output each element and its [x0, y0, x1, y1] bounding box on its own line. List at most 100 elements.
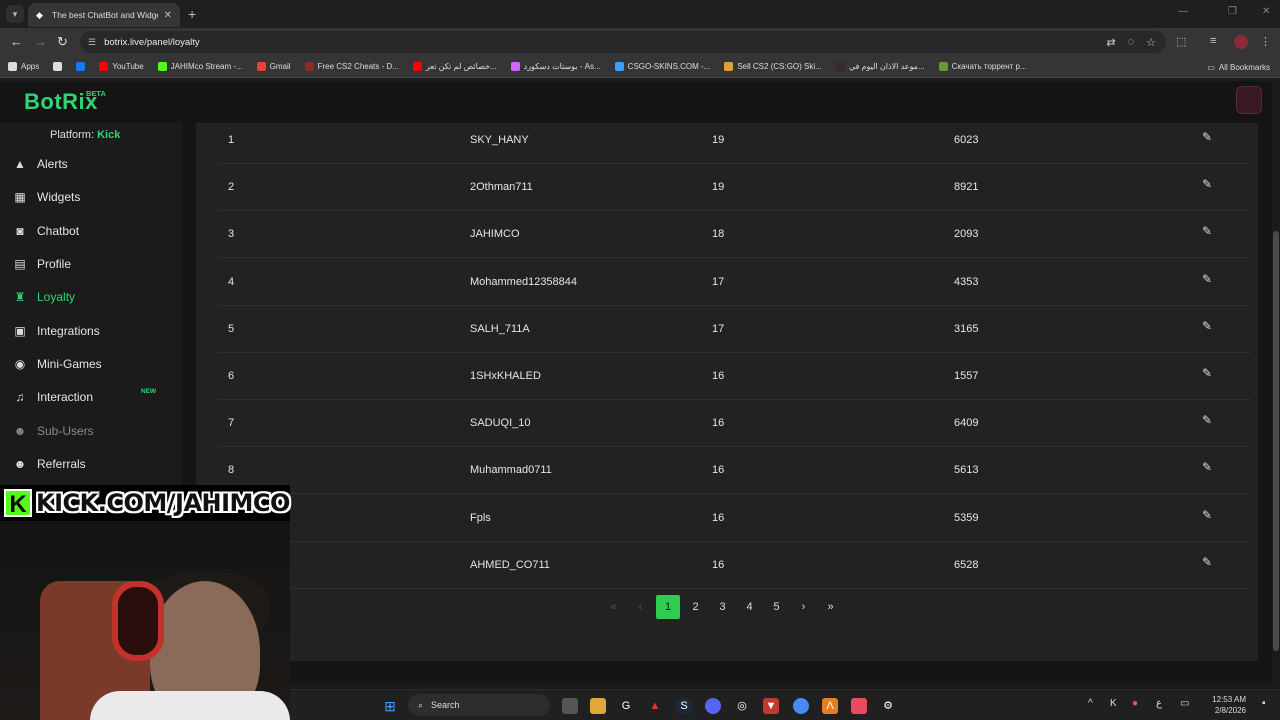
close-window-icon[interactable]: ✕: [1262, 6, 1270, 17]
url-text: botrix.live/panel/loyalty: [104, 36, 200, 48]
edit-pencil-icon[interactable]: ✎: [1202, 508, 1216, 522]
bookmark-star-icon[interactable]: ☆: [1146, 36, 1156, 49]
site-info-icon[interactable]: ☰: [88, 37, 96, 48]
edit-pencil-icon[interactable]: ✎: [1202, 177, 1216, 191]
edit-pencil-icon[interactable]: ✎: [1202, 319, 1216, 333]
file-explorer-icon[interactable]: [590, 698, 606, 714]
page-button[interactable]: 1: [656, 595, 680, 619]
tray-chevron-icon[interactable]: ^: [1088, 698, 1093, 709]
windows-start-icon[interactable]: ⊞: [382, 698, 398, 714]
task-view-icon[interactable]: [562, 698, 578, 714]
app-icon-orange[interactable]: Λ: [822, 698, 838, 714]
maximize-icon[interactable]: ❐: [1228, 6, 1237, 17]
youtube-icon: [412, 62, 422, 71]
brave-icon[interactable]: ▼: [763, 698, 779, 714]
sidebar-item-referrals[interactable]: ☻ Referrals: [12, 453, 172, 475]
bookmark-item[interactable]: Sell CS2 (CS:GO) Ski...: [724, 62, 822, 71]
extensions-icon[interactable]: ⬚: [1176, 35, 1186, 48]
platform-value: Kick: [97, 129, 121, 141]
all-bookmarks-button[interactable]: ▭ All Bookmarks: [1207, 56, 1270, 78]
sidebar-item-chatbot[interactable]: ◙ Chatbot: [12, 220, 172, 242]
gem-icon: [510, 62, 520, 71]
gamebar-icon[interactable]: G: [618, 698, 634, 714]
sidebar-item-alerts[interactable]: ▲ Alerts: [12, 153, 172, 175]
sidebar-item-loyalty[interactable]: ♜ Loyalty: [12, 286, 172, 308]
username-cell: Mohammed12358844: [470, 275, 578, 288]
next-page-icon[interactable]: ›: [790, 595, 817, 619]
new-tab-icon[interactable]: +: [188, 6, 196, 22]
close-tab-icon[interactable]: ✕: [164, 10, 172, 21]
page-button[interactable]: 2: [682, 595, 709, 619]
edit-pencil-icon[interactable]: ✎: [1202, 224, 1216, 238]
edit-pencil-icon[interactable]: ✎: [1202, 555, 1216, 569]
kick-icon: [157, 62, 167, 71]
page-scrollbar[interactable]: [1272, 81, 1280, 681]
profile-avatar-icon[interactable]: [1234, 35, 1248, 49]
chrome-icon[interactable]: [793, 698, 809, 714]
settings-gear-icon[interactable]: ⚙: [880, 698, 896, 714]
media-control-icon[interactable]: ≡: [1210, 35, 1216, 47]
address-bar[interactable]: ☰ botrix.live/panel/loyalty ⇄ ◌ ☆: [80, 31, 1166, 53]
edit-pencil-icon[interactable]: ✎: [1202, 272, 1216, 286]
notifications-icon[interactable]: ▪: [1262, 698, 1266, 709]
microphone-icon[interactable]: ●: [1132, 698, 1138, 709]
edit-pencil-icon[interactable]: ✎: [1202, 366, 1216, 380]
sidebar-item-mini-games[interactable]: ◉ Mini-Games: [12, 353, 172, 375]
last-page-icon[interactable]: »: [817, 595, 844, 619]
browser-tab-active[interactable]: ◆ The best ChatBot and Widgets for Kick …: [28, 3, 180, 27]
steam-icon[interactable]: S: [676, 698, 692, 714]
edit-pencil-icon[interactable]: ✎: [1202, 413, 1216, 427]
clock[interactable]: 12:53 AM 2/8/2026: [1200, 694, 1246, 716]
streamer-shirt: [90, 691, 290, 720]
bookmark-label: خصائص لم تكن تعر...: [425, 62, 497, 71]
bookmark-item[interactable]: Apps: [8, 62, 39, 71]
first-page-icon[interactable]: «: [600, 595, 627, 619]
scrollbar-thumb[interactable]: [1273, 231, 1279, 651]
page-button[interactable]: 5: [763, 595, 790, 619]
level-cell: 16: [712, 558, 725, 571]
points-cell: 1557: [954, 370, 979, 382]
bookmark-item[interactable]: موعد الاذان اليوم في...: [835, 62, 925, 71]
eye-off-icon[interactable]: ◌: [1128, 36, 1135, 48]
edit-pencil-icon[interactable]: ✎: [1202, 460, 1216, 474]
translate-icon[interactable]: ⇄: [1106, 36, 1115, 49]
obs-icon[interactable]: ◎: [734, 698, 750, 714]
discord-icon[interactable]: [705, 698, 721, 714]
network-volume-icon[interactable]: ▭: [1180, 698, 1189, 709]
sidebar-item-label: Alerts: [37, 157, 68, 171]
kick-tray-icon[interactable]: K: [1110, 698, 1117, 709]
page-button[interactable]: 3: [709, 595, 736, 619]
bookmark-item[interactable]: CSGO-SKINS.COM -...: [614, 62, 710, 71]
tab-search-dropdown[interactable]: ▾: [6, 5, 24, 23]
sidebar-item-profile[interactable]: ▤ Profile: [12, 253, 172, 275]
minimize-icon[interactable]: —: [1178, 6, 1188, 17]
page-button[interactable]: 4: [736, 595, 763, 619]
sidebar-item-interaction[interactable]: ♫ Interaction NEW: [12, 386, 172, 408]
bookmark-item[interactable]: Gmail: [256, 62, 291, 71]
antivirus-icon[interactable]: ▲: [647, 698, 663, 714]
forward-icon[interactable]: →: [34, 34, 47, 49]
bookmark-item[interactable]: بوستات دسكورد - As...: [510, 62, 601, 71]
edit-pencil-icon[interactable]: ✎: [1202, 130, 1216, 144]
language-indicator[interactable]: ع: [1156, 698, 1162, 709]
back-icon[interactable]: ←: [10, 34, 23, 49]
bookmark-item[interactable]: [53, 62, 63, 71]
sidebar-item-integrations[interactable]: ▣ Integrations: [12, 320, 172, 342]
sidebar-item-sub-users[interactable]: ☻ Sub-Users: [12, 420, 172, 442]
user-avatar[interactable]: [1236, 86, 1262, 114]
bookmark-item[interactable]: YouTube: [99, 62, 144, 71]
bookmark-item[interactable]: Free CS2 Cheats - D...: [304, 62, 399, 71]
taskbar-search[interactable]: ⌕ Search: [408, 694, 550, 716]
app-icon-pink[interactable]: [851, 698, 867, 714]
bookmark-item[interactable]: خصائص لم تكن تعر...: [412, 62, 497, 71]
bookmark-item[interactable]: Скачать торрент р...: [938, 62, 1027, 71]
bookmark-item[interactable]: JAHIMco Stream -...: [157, 62, 243, 71]
username-cell: JAHIMCO: [470, 228, 520, 241]
sidebar-item-widgets[interactable]: ▦ Widgets: [12, 186, 172, 208]
reload-icon[interactable]: ↻: [57, 34, 68, 50]
bookmark-label: موعد الاذان اليوم في...: [848, 62, 925, 71]
username-cell: Fpls: [470, 511, 491, 524]
prev-page-icon[interactable]: ‹: [627, 595, 654, 619]
bookmark-item[interactable]: [76, 62, 86, 71]
menu-kebab-icon[interactable]: ⋮: [1260, 35, 1271, 48]
